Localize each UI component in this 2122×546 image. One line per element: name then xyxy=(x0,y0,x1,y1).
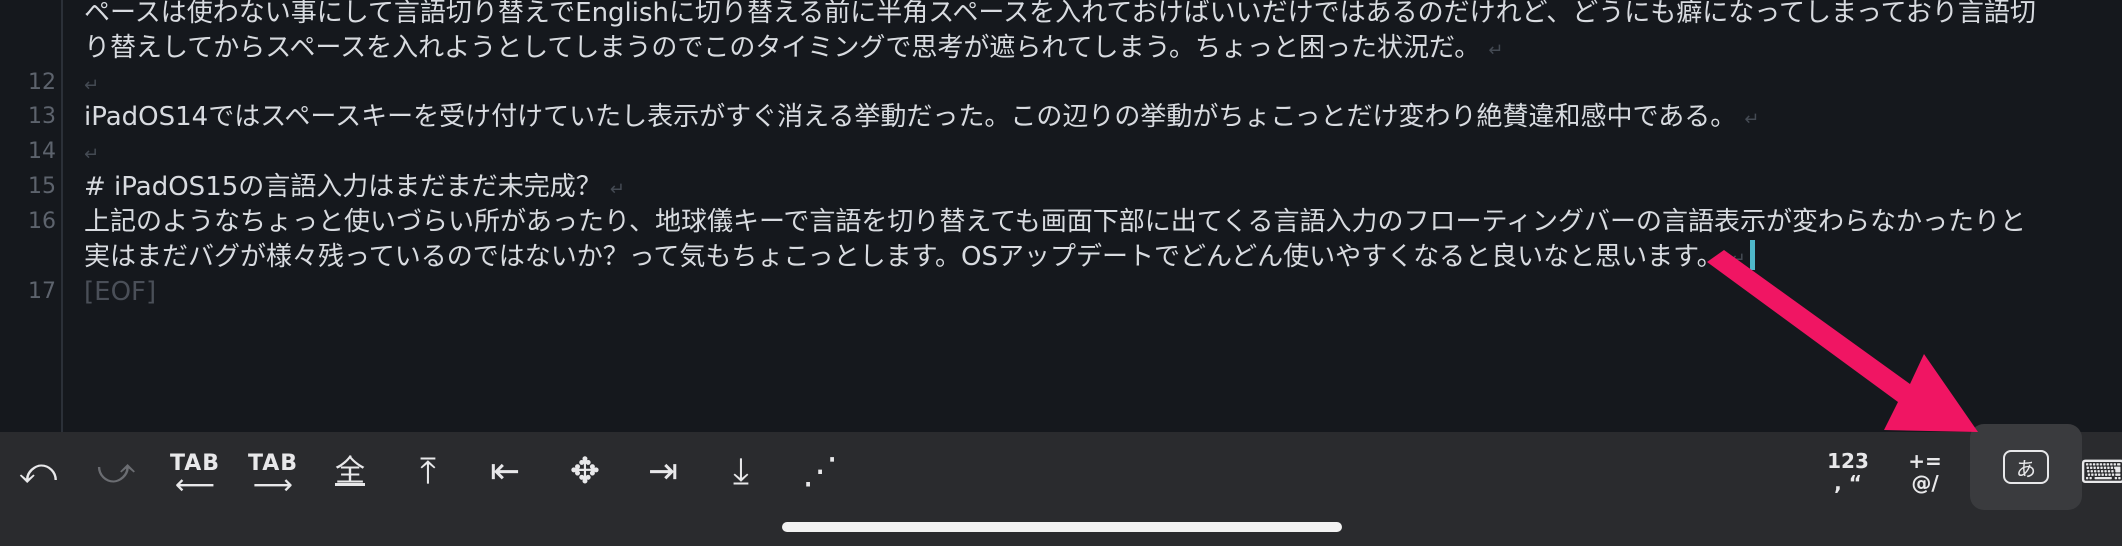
dotted-arrow-icon: ⋰ xyxy=(802,451,838,492)
text-line: 上記のようなちょっと使いづらい所があったり、地球儀キーで言語を切り替えても画面下… xyxy=(84,207,2026,237)
return-mark-icon: ↵ xyxy=(609,179,625,200)
line-number: 15 xyxy=(28,174,56,199)
numbers-bottom-label: , “ xyxy=(1834,471,1862,495)
symbols-top-label: += xyxy=(1908,449,1942,473)
eof-marker: [EOF] xyxy=(84,277,157,307)
return-mark-icon: ↵ xyxy=(84,144,100,165)
return-mark-icon: ↵ xyxy=(1744,109,1760,130)
line-number: 17 xyxy=(28,279,56,304)
line-start-button[interactable]: ⇤ xyxy=(475,442,535,502)
line-number: 13 xyxy=(28,104,56,129)
arrow-to-bottom-icon: ⤓ xyxy=(733,451,749,492)
heading-line: # iPadOS15の言語入力はまだまだ未完成？ ↵ xyxy=(84,172,625,202)
text-line: り替えしてからスペースを入れようとしてしまうのでこのタイミングで思考が遮られてし… xyxy=(84,33,1504,63)
gutter-divider xyxy=(61,0,63,432)
japanese-input-button[interactable]: あ xyxy=(1970,424,2082,510)
line-end-button[interactable]: ⇥ xyxy=(633,442,693,502)
select-all-icon: 全 xyxy=(335,454,365,489)
more-button[interactable]: ⋰ xyxy=(790,442,850,502)
text-line: iPadOS14ではスペースキーを受け付けていたし表示がすぐ消える挙動だった。こ… xyxy=(84,102,1760,132)
arrow-to-top-icon: ⤒ xyxy=(420,451,436,492)
jump-top-button[interactable]: ⤒ xyxy=(398,442,458,502)
text-line: ペースは使わない事にして言語切り替えでEnglishに切り替える前に半角スペース… xyxy=(84,0,2036,28)
symbols-keyboard-button[interactable]: += @/ xyxy=(1895,446,1955,498)
return-mark-icon: ↵ xyxy=(1730,249,1746,270)
arrow-left-icon: ⟵ xyxy=(174,467,216,501)
line-number: 14 xyxy=(28,139,56,164)
keyboard-icon: ⌨ xyxy=(2080,453,2122,491)
arrow-to-line-end-icon: ⇥ xyxy=(647,451,679,492)
undo-button[interactable]: ⤺ xyxy=(8,442,68,502)
arrow-to-line-start-icon: ⇤ xyxy=(489,451,521,492)
undo-icon: ⤺ xyxy=(18,451,58,492)
text-line: ↵ xyxy=(84,135,2102,172)
line-number: 12 xyxy=(28,70,56,95)
numbers-top-label: 123 xyxy=(1827,449,1869,473)
home-indicator[interactable] xyxy=(782,522,1342,532)
tab-left-button[interactable]: TAB ⟵ xyxy=(165,446,225,501)
text-line: 実はまだバグが様々残っているのではないか？って気もちょこっとします。OSアップデ… xyxy=(84,240,2102,277)
return-mark-icon: ↵ xyxy=(84,75,100,96)
numbers-keyboard-button[interactable]: 123 , “ xyxy=(1818,446,1878,498)
return-mark-icon: ↵ xyxy=(1488,40,1504,61)
tab-right-button[interactable]: TAB ⟶ xyxy=(243,446,303,501)
line-number: 16 xyxy=(28,209,56,234)
cursor-move-button[interactable]: ✥ xyxy=(555,442,615,502)
kana-icon: あ xyxy=(2003,450,2049,484)
jump-bottom-button[interactable]: ⤓ xyxy=(711,442,771,502)
text-cursor xyxy=(1749,240,1755,270)
keyboard-button[interactable]: ⌨ xyxy=(2080,442,2122,502)
symbols-bottom-label: @/ xyxy=(1911,471,1939,495)
cursor-move-icon: ✥ xyxy=(569,451,601,492)
select-all-button[interactable]: 全 xyxy=(320,442,380,502)
text-line: ↵ xyxy=(84,66,2102,103)
redo-button[interactable]: ⤻ xyxy=(86,442,146,502)
arrow-right-icon: ⟶ xyxy=(252,467,294,501)
editor-area[interactable]: ペースは使わない事にして言語切り替えでEnglishに切り替える前に半角スペース… xyxy=(0,0,2122,432)
redo-icon: ⤻ xyxy=(96,451,136,492)
